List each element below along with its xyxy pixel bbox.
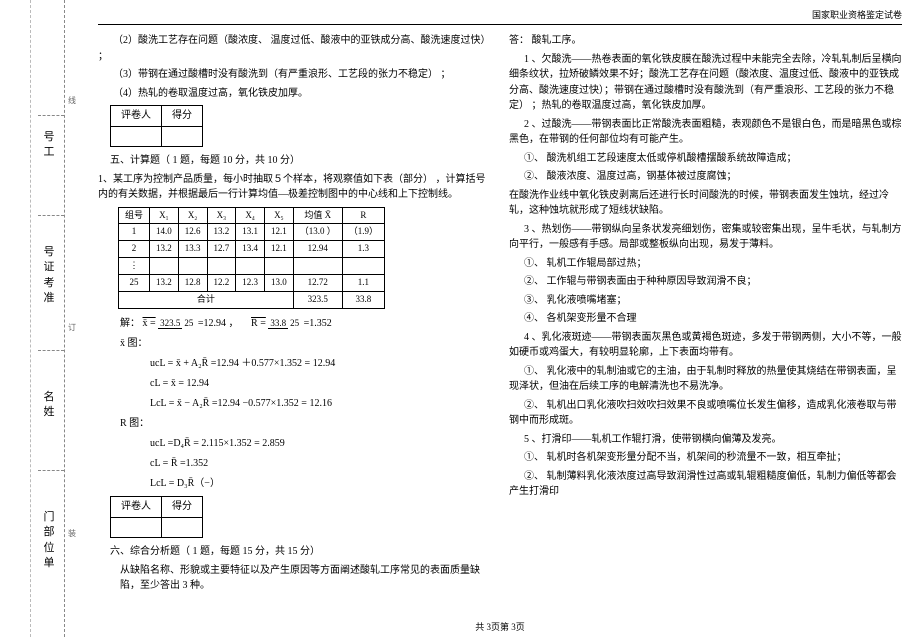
- binding-label: 号工: [40, 130, 58, 161]
- binding-mark: 装: [68, 528, 76, 539]
- calc-block: 解： x̄ = 323.525 =12.94 ， R̄ = 33.825 =1.…: [120, 315, 491, 492]
- table-row: ⋮: [119, 258, 385, 275]
- score-h: 得分: [162, 106, 203, 127]
- question-1: 1、某工序为控制产品质量，每小时抽取５个样本，将观察值如下表（部分） ，计算括号…: [98, 172, 491, 203]
- right-column: 答： 酸轧工序。 1 、欠酸洗——热卷表面的氧化铁皮膜在酸洗过程中未能完全去除，…: [509, 33, 902, 597]
- page-body: 国家职业资格鉴定试卷 （2）酸洗工艺存在问题（酸浓度、 温度过低、酸液中的亚铁成…: [80, 0, 920, 637]
- ans-li: ④、 各机架变形量不合理: [509, 311, 902, 327]
- x-cl: cL = x̄ = 12.94: [150, 375, 491, 392]
- ans-li: ③、 乳化液喷嘴堵塞；: [509, 293, 902, 309]
- answer-heading: 答： 酸轧工序。: [509, 33, 902, 49]
- data-table: 组号 X₁ X₂ X₃ X₄ X₅ 均值 X̄ R 114.012.613.21…: [118, 207, 385, 310]
- ans-li: ①、 轧机工作辊局部过热；: [509, 256, 902, 272]
- score-cell: [162, 126, 203, 147]
- x-lcl: LcL = x̄ − A₂R̄ =12.94 −0.577×1.352 = 12…: [150, 395, 491, 412]
- binding-short-dash: [38, 350, 64, 351]
- table-row: 213.213.312.713.412.112.941.3: [119, 241, 385, 258]
- pre-line: （4）热轧的卷取温度过高，氧化铁皮加厚。: [98, 86, 491, 102]
- left-column: （2）酸洗工艺存在问题（酸浓度、 温度过低、酸液中的亚铁成分高、酸洗速度过快） …: [98, 33, 491, 597]
- th: X₄: [236, 207, 265, 224]
- ans-p: 2 、过酸洗——带钢表面比正常酸洗表面粗糙，表观颜色不是银白色，而是暗黑色或棕黑…: [509, 117, 902, 148]
- score-box-1: 评卷人 得分: [110, 105, 203, 147]
- binding-short-dash: [38, 470, 64, 471]
- th: 均值 X̄: [293, 207, 342, 224]
- r-lcl: LcL = D₃R̄（−）: [150, 475, 491, 492]
- th: R: [342, 207, 384, 224]
- sum-mean: 323.5: [293, 292, 342, 309]
- th: X₃: [207, 207, 236, 224]
- binding-label: 名姓: [40, 390, 58, 421]
- pre-line: （3）带钢在通过酸槽时没有酸洗到（有严重浪形、工艺段的张力不稳定） ；: [98, 67, 491, 83]
- score-h: 得分: [162, 497, 203, 518]
- score-box-2: 评卷人 得分: [110, 496, 203, 538]
- sum-r: 33.8: [342, 292, 384, 309]
- x-chart-label: x̄ 图：: [120, 335, 491, 352]
- ans-p: 3 、热划伤——带钢纵向呈条状发亮细划伤，密集或较密集出现，呈牛毛状，与轧制方向…: [509, 222, 902, 253]
- ans-li: ②、 轧制薄料乳化液浓度过高导致润滑性过高或轧辊粗糙度偏低，轧制力偏低等都会产生…: [509, 469, 902, 500]
- binding-dash-inner: [30, 0, 31, 637]
- table-row-sum: 合计 323.5 33.8: [119, 292, 385, 309]
- sum-label: 合计: [119, 292, 294, 309]
- binding-margin: 线 订 装 号工 号证考准 名姓 门部位单: [0, 0, 80, 637]
- ans-li: ②、 酸液浓度、温度过高，钢基体被过度腐蚀；: [509, 169, 902, 185]
- score-cell: [162, 517, 203, 538]
- th: X₁: [150, 207, 179, 224]
- ans-li: ①、 轧机时各机架变形量分配不当，机架间的秒流量不一致，相互牵扯；: [509, 450, 902, 466]
- question-6: 从缺陷名称、形貌或主要特征以及产生原因等方面阐述酸轧工序常见的表面质量缺陷，至少…: [120, 563, 491, 594]
- page-header-title: 国家职业资格鉴定试卷: [98, 8, 902, 25]
- table-row: 114.012.613.213.112.1（13.0 ）（1.9）: [119, 224, 385, 241]
- score-cell: [111, 517, 162, 538]
- binding-mark: 线: [68, 95, 76, 106]
- th: X₅: [265, 207, 294, 224]
- th: 组号: [119, 207, 150, 224]
- table-row: 2513.212.812.212.313.012.721.1: [119, 275, 385, 292]
- r-cl: cL = R̄ =1.352: [150, 455, 491, 472]
- section-5-heading: 五、计算题（ 1 题，每题 10 分，共 10 分）: [110, 153, 491, 169]
- r-ucl: ucL =D₄R̄ = 2.115×1.352 = 2.859: [150, 435, 491, 452]
- ans-p: 在酸洗作业线中氧化铁皮剥离后还进行长时间酸洗的时候，带钢表面发生蚀坑，经过冷轧，…: [509, 188, 902, 219]
- ans-p: 1 、欠酸洗——热卷表面的氧化铁皮膜在酸洗过程中未能完全去除，冷轧轧制后呈横向细…: [509, 52, 902, 114]
- rbar-pre: R̄ =: [251, 318, 266, 329]
- section-6-heading: 六、综合分析题（ 1 题，每题 15 分，共 15 分）: [110, 544, 491, 560]
- page-footer: 共 3页第 3页: [80, 620, 920, 633]
- pre-line: （2）酸洗工艺存在问题（酸浓度、 温度过低、酸液中的亚铁成分高、酸洗速度过快） …: [98, 33, 491, 64]
- x-ucl: ucL = x̄ + A₂R̄ =12.94 ＋0.577×1.352 = 12…: [150, 355, 491, 372]
- ans-p: 5 、打滑印——轧机工作辊打滑，使带钢横向偏薄及发亮。: [509, 432, 902, 448]
- binding-short-dash: [38, 215, 64, 216]
- binding-mark: 订: [68, 322, 76, 333]
- xbar-pre: x̄ =: [143, 318, 156, 329]
- binding-label: 门部位单: [40, 510, 58, 572]
- ans-li: ①、 酸洗机组工艺段速度太低或停机酸槽摆酸系统故障造成；: [509, 151, 902, 167]
- ans-li: ①、 乳化液中的轧制油或它的主油，由于轧制时释放的热量使其烧结在带钢表面，呈现泽…: [509, 364, 902, 395]
- binding-dash-outer: [64, 0, 65, 637]
- score-h: 评卷人: [111, 106, 162, 127]
- table-row: 组号 X₁ X₂ X₃ X₄ X₅ 均值 X̄ R: [119, 207, 385, 224]
- solve-label: 解：: [120, 318, 140, 329]
- th: X₂: [178, 207, 207, 224]
- binding-short-dash: [38, 115, 64, 116]
- ans-p: 4 、乳化液斑迹——带钢表面灰黑色或黄褐色斑迹，多发于带钢两侧，大小不等，一般如…: [509, 330, 902, 361]
- binding-label: 号证考准: [40, 245, 58, 307]
- score-h: 评卷人: [111, 497, 162, 518]
- ans-li: ②、 轧机出口乳化液吹扫效吹扫效果不良或喷嘴位长发生偏移，造成乳化液卷取与带钢中…: [509, 398, 902, 429]
- ans-li: ②、 工作辊与带钢表面由于种种原因导致润滑不良；: [509, 274, 902, 290]
- r-chart-label: R 图：: [120, 415, 491, 432]
- score-cell: [111, 126, 162, 147]
